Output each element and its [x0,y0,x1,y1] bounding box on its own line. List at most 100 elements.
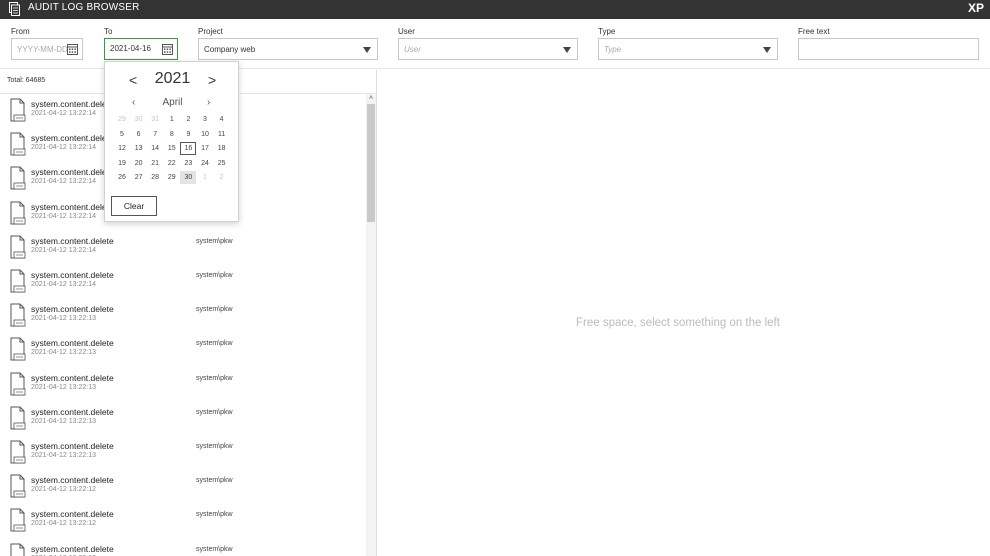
calendar-day[interactable]: 11 [214,128,230,141]
project-select[interactable]: Company web [198,38,378,60]
type-select[interactable]: Type [598,38,778,60]
from-date-placeholder: YYYY-MM-DD [17,45,68,54]
log-user: system\pkw [196,306,233,314]
calendar-day[interactable]: 7 [147,128,163,141]
calendar-day[interactable]: 16 [180,142,197,156]
calendar-day[interactable]: 17 [197,142,213,155]
type-placeholder: Type [604,45,622,54]
calendar-day[interactable]: 9 [180,128,196,141]
date-picker-popup: < 2021 > ‹ April › 29 30 31 1 2 3 4 5 6 7 8 9 10 11 12… [104,61,239,222]
project-value: Company web [204,45,256,54]
calendar-day[interactable]: 29 [164,171,180,184]
list-item[interactable]: system.content.delete2021-04-12 13:22:12… [0,471,366,505]
log-user: system\pkw [196,237,233,245]
scroll-up-icon[interactable]: ˄ [368,95,374,102]
calendar-day[interactable]: 3 [197,113,213,126]
list-item[interactable]: system.content.delete 2021-04-12 13:22:14… [0,266,366,300]
scrollbar-thumb[interactable] [367,104,375,222]
to-date-value: 2021-04-16 [110,44,151,53]
list-item[interactable]: system.content.delete 2021-04-12 13:22:13… [0,403,366,437]
log-document-icon [10,406,26,430]
log-timestamp: 2021-04-12 13:22:13 [31,315,96,323]
log-document-icon [10,508,26,532]
log-user: system\pkw [196,272,233,279]
log-event-type: system.content.delete [31,441,114,451]
calendar-day[interactable]: 12 [114,142,130,155]
log-document-icon [10,543,26,556]
calendar-day[interactable]: 20 [131,157,147,170]
date-picker-year: 2021 [154,70,191,87]
list-item[interactable]: system.content.delete2021-04-12 13:22:12… [0,540,366,556]
top-bar: AUDIT LOG BROWSER XP [0,0,990,19]
calendar-day[interactable]: 5 [114,128,130,141]
date-picker-month: April [162,97,183,108]
calendar-day[interactable]: 23 [180,157,196,170]
free-text-input[interactable] [798,38,979,60]
user-select[interactable]: User [398,38,578,60]
next-year-button[interactable]: > [208,72,216,88]
log-user: system\pkw [196,340,233,348]
log-user: system\pkw [196,443,233,450]
log-document-icon [10,98,26,122]
to-date-input[interactable]: 2021-04-16 [104,38,178,60]
list-item[interactable]: system.content.delete 2021-04-12 13:22:13… [0,369,366,403]
calendar-day[interactable]: 2 [180,113,196,126]
log-document-icon [10,474,26,498]
from-date-input[interactable]: YYYY-MM-DD [11,38,83,60]
calendar-day[interactable]: 18 [214,142,230,155]
log-event-type: system.content.delete [31,304,114,315]
log-document-icon [10,337,26,361]
xp-logo: XP [967,1,984,15]
list-item[interactable]: system.content.delete2021-04-12 13:22:12… [0,505,366,539]
list-item[interactable]: system.content.delete 2021-04-12 13:22:14… [0,232,366,266]
log-document-icon [10,201,26,225]
calendar-day[interactable]: 22 [164,157,180,170]
next-month-button[interactable]: › [207,97,210,108]
chevron-down-icon [363,47,371,53]
chevron-down-icon [763,47,771,53]
log-timestamp: 2021-04-12 13:22:13 [31,417,96,425]
calendar-day[interactable]: 28 [147,171,163,184]
calendar-day[interactable]: 14 [147,142,163,155]
log-document-icon [10,303,26,327]
calendar-day[interactable]: 1 [197,171,213,184]
calendar-day[interactable]: 30 [180,171,197,185]
log-timestamp: 2021-04-12 13:22:12 [31,486,96,494]
calendar-day[interactable]: 10 [197,128,213,141]
chevron-down-icon [563,47,571,53]
calendar-icon[interactable] [162,43,173,55]
log-event-type: system.content.delete [31,543,114,554]
calendar-day[interactable]: 15 [164,142,180,155]
log-event-type: system.content.delete [31,372,114,383]
calendar-day[interactable]: 27 [131,171,147,184]
calendar-day[interactable]: 1 [164,113,180,126]
log-event-type: system.content.delete [31,235,114,246]
clear-date-button[interactable]: Clear [111,196,157,216]
list-item[interactable]: system.content.delete 2021-04-12 13:22:13… [0,334,366,368]
type-label: Type [598,27,616,36]
calendar-day[interactable]: 30 [131,113,147,126]
calendar-day[interactable]: 31 [147,113,163,126]
log-user: system\pkw [196,477,233,485]
calendar-day[interactable]: 19 [114,157,130,170]
from-label: From [11,27,30,36]
calendar-day[interactable]: 26 [114,171,130,184]
log-timestamp: 2021-04-12 13:22:14 [31,281,96,288]
log-event-type: system.content.delete [31,99,114,109]
calendar-day[interactable]: 4 [214,113,230,126]
list-scrollbar[interactable]: ˄ [366,94,376,556]
calendar-day[interactable]: 29 [114,113,130,126]
calendar-icon[interactable] [67,43,78,55]
calendar-day[interactable]: 21 [147,157,163,170]
log-user: system\pkw [196,374,233,382]
calendar-day[interactable]: 24 [197,157,213,170]
calendar-day[interactable]: 2 [214,171,230,184]
log-event-type: system.content.delete [31,270,114,280]
calendar-day[interactable]: 25 [214,157,230,170]
list-item[interactable]: system.content.delete 2021-04-12 13:22:13… [0,300,366,334]
calendar-day[interactable]: 13 [131,142,147,155]
calendar-day[interactable]: 8 [164,128,180,141]
list-item[interactable]: system.content.delete 2021-04-12 13:22:13… [0,437,366,471]
calendar-day[interactable]: 6 [131,128,147,141]
log-event-type: system.content.delete [31,201,114,212]
